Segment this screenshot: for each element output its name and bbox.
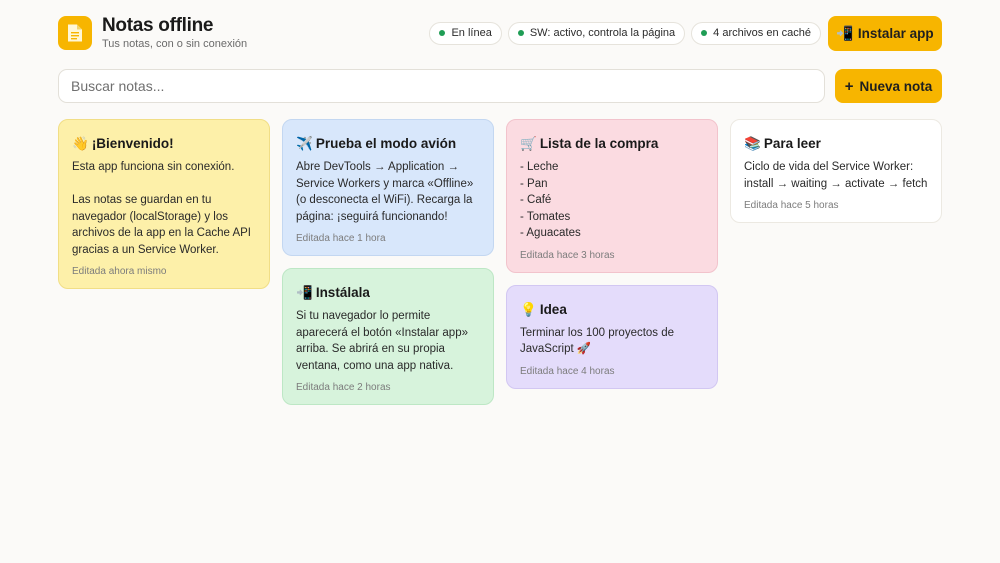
- note-body: - Leche - Pan - Café - Tomates - Aguacat…: [520, 161, 581, 239]
- shopping-cart-icon: 🛒: [520, 136, 537, 151]
- books-icon: 📚: [744, 136, 761, 151]
- notes-column: 📚 Para leer Ciclo de vida del Service Wor…: [730, 119, 942, 235]
- note-body: Esta app funciona sin conexión. Las nota…: [72, 161, 252, 256]
- note-body: Si tu navegador lo permite aparecerá el …: [296, 310, 468, 372]
- new-note-label: Nueva nota: [859, 78, 933, 94]
- notes-column: 👋 ¡Bienvenido! Esta app funciona sin cone…: [58, 119, 270, 301]
- status-badge-online: En línea: [429, 21, 502, 45]
- note-title: 📚 Para leer: [744, 135, 928, 153]
- app-title: Notas offline: [102, 15, 214, 36]
- note-card[interactable]: 🛒 Lista de la compra - Leche - Pan - Café…: [506, 119, 718, 273]
- note-title-text: Prueba el modo avión: [315, 136, 457, 151]
- note-body: Abre DevTools → Application → Service Wo…: [296, 161, 474, 223]
- note-card[interactable]: 👋 ¡Bienvenido! Esta app funciona sin cone…: [58, 119, 270, 289]
- new-note-button[interactable]: + Nueva nota: [835, 69, 942, 103]
- note-card[interactable]: 📚 Para leer Ciclo de vida del Service Wor…: [730, 119, 942, 223]
- note-title-text: Lista de la compra: [539, 136, 659, 151]
- search-input[interactable]: [58, 69, 825, 103]
- notes-column: 🛒 Lista de la compra - Leche - Pan - Café…: [506, 119, 718, 401]
- title-block: Notas offline Tus notas, con o sin conex…: [102, 15, 247, 51]
- waving-hand-icon: 👋: [72, 136, 89, 151]
- note-body: Ciclo de vida del Service Worker: instal…: [744, 161, 928, 190]
- note-card[interactable]: ✈️ Prueba el modo avión Abre DevTools → A…: [282, 119, 494, 256]
- note-timestamp: Editada ahora mismo: [72, 266, 167, 277]
- status-badge-cache: 4 archivos en caché: [691, 21, 821, 45]
- note-title-text: Instálala: [315, 285, 370, 300]
- install-app-button[interactable]: 📲 Instalar app: [828, 15, 942, 51]
- note-title: 📲 Instálala: [296, 284, 480, 302]
- note-card[interactable]: 📲 Instálala Si tu navegador lo permite ap…: [282, 268, 494, 405]
- status-dot-icon: [701, 30, 708, 36]
- note-body: Terminar los 100 proyectos de JavaScript…: [520, 326, 675, 356]
- status-dot-icon: [439, 30, 446, 36]
- note-title-text: Para leer: [763, 136, 821, 151]
- notes-column: ✈️ Prueba el modo avión Abre DevTools → A…: [282, 119, 494, 417]
- phone-arrow-icon: 📲: [836, 24, 854, 41]
- note-timestamp: Editada hace 1 hora: [296, 233, 386, 244]
- light-bulb-icon: 💡: [520, 301, 537, 317]
- status-badge-service-worker: SW: activo, controla la página: [507, 21, 686, 45]
- note-title: 👋 ¡Bienvenido!: [72, 135, 256, 153]
- note-title: 🛒 Lista de la compra: [520, 135, 704, 153]
- note-timestamp: Editada hace 2 horas: [296, 382, 391, 393]
- status-label: SW: activo, controla la página: [529, 27, 676, 39]
- status-label: En línea: [451, 27, 492, 39]
- note-card[interactable]: 💡 Idea Terminar los 100 proyectos de Java…: [506, 284, 718, 389]
- plus-icon: +: [844, 77, 854, 95]
- status-dot-icon: [517, 30, 524, 36]
- note-timestamp: Editada hace 4 horas: [520, 365, 615, 377]
- status-label: 4 archivos en caché: [713, 27, 811, 39]
- note-title-text: Idea: [539, 301, 567, 317]
- note-title: ✈️ Prueba el modo avión: [296, 135, 480, 153]
- header-actions: En línea SW: activo, controla la página …: [429, 15, 942, 51]
- note-title-text: ¡Bienvenido!: [91, 136, 174, 151]
- app-subtitle: Tus notas, con o sin conexión: [102, 38, 248, 50]
- note-timestamp: Editada hace 3 horas: [520, 249, 615, 261]
- document-icon: [58, 16, 92, 50]
- install-app-label: Instalar app: [857, 25, 934, 41]
- airplane-icon: ✈️: [296, 136, 313, 151]
- phone-arrow-icon: 📲: [296, 285, 313, 300]
- note-timestamp: Editada hace 5 horas: [744, 200, 839, 211]
- note-title: 💡 Idea: [520, 301, 704, 319]
- app-header: Notas offline Tus notas, con o sin conex…: [58, 15, 942, 51]
